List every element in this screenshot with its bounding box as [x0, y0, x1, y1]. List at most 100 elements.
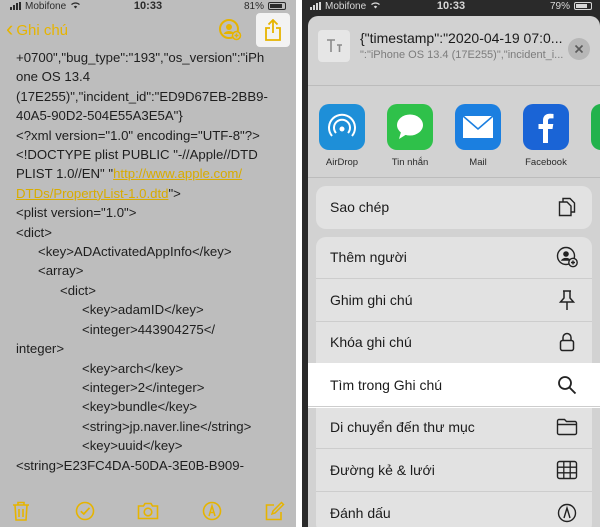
share-app-mail[interactable]: Mail	[452, 104, 504, 177]
signal-icon	[310, 2, 321, 10]
share-app-airdrop[interactable]: AirDrop	[316, 104, 368, 177]
camera-icon[interactable]	[137, 500, 159, 522]
status-bar: Mobifone 10:33 79%	[302, 0, 600, 12]
status-time: 10:33	[133, 0, 163, 12]
note-line: <dict>	[16, 223, 288, 242]
note-line-text: <dict>	[16, 224, 52, 240]
share-app-partial-app[interactable]	[588, 104, 600, 177]
note-line-text: <key>bundle</key>	[82, 399, 198, 415]
share-sheet: {"timestamp":"2020-04-19 07:0... ":"iPho…	[308, 16, 600, 527]
note-line: <key>bundle</key>	[16, 397, 288, 416]
pin-note-label: Ghim ghi chú	[330, 291, 413, 308]
trash-icon[interactable]	[10, 500, 32, 522]
close-icon	[574, 44, 584, 54]
lock-icon	[556, 331, 578, 353]
checklist-icon[interactable]	[74, 500, 96, 522]
add-person-icon	[556, 246, 578, 268]
note-line-text: <key>uuid</key>	[82, 438, 183, 454]
note-line: one OS 13.4	[16, 67, 288, 86]
add-people-action[interactable]: Thêm người	[316, 237, 592, 279]
share-app-messages[interactable]: Tin nhắn	[384, 104, 436, 177]
note-line: <dict>	[16, 281, 288, 300]
note-line-text: integer>	[16, 341, 65, 357]
airdrop-icon	[319, 104, 365, 150]
note-line-text: <key>arch</key>	[82, 360, 184, 376]
note-line: <key>uuid</key>	[16, 436, 288, 455]
note-line: (17E255)","incident_id":"ED9D67EB-2BB9-	[16, 87, 288, 106]
note-line-text: <integer>2</integer>	[82, 379, 205, 395]
note-content[interactable]: +0700","bug_type":"193","os_version":"iP…	[16, 48, 288, 493]
facebook-icon	[523, 104, 569, 150]
note-line-text: PLIST 1.0//EN" "	[16, 166, 114, 182]
note-line: <string>jp.naver.line</string>	[16, 417, 288, 436]
note-line: <key>ADActivatedAppInfo</key>	[16, 242, 288, 261]
notes-screen: Mobifone 10:33 81% ‹ Ghi chú +0700","bug…	[0, 0, 296, 527]
add-people-label: Thêm người	[330, 249, 407, 266]
markup-action[interactable]: Đánh dấu	[316, 492, 592, 527]
battery-percent: 79%	[549, 0, 570, 12]
lines-grids-label: Đường kẻ & lưới	[330, 461, 435, 478]
share-icon	[265, 19, 281, 41]
note-line-text: <string>E23FC4DA-50DA-3E0B-B909-	[16, 457, 244, 473]
back-label: Ghi chú	[16, 21, 69, 39]
note-link[interactable]: DTDs/PropertyList-1.0.dtd	[16, 186, 168, 201]
folder-icon	[556, 416, 578, 438]
note-line-text: <plist version="1.0">	[16, 205, 137, 221]
copy-group: Sao chép	[316, 186, 592, 229]
share-app-facebook[interactable]: Facebook	[520, 104, 572, 177]
lock-note-action[interactable]: Khóa ghi chú	[316, 322, 592, 364]
pin-note-action[interactable]: Ghim ghi chú	[316, 279, 592, 322]
add-people-icon[interactable]	[218, 18, 242, 42]
compose-icon[interactable]	[264, 500, 286, 522]
share-button[interactable]	[256, 13, 290, 47]
pin-icon	[556, 289, 578, 311]
note-line-text: <integer>443904275</	[82, 321, 216, 337]
note-line-text: <!DOCTYPE plist PUBLIC "-//Apple//DTD	[16, 147, 258, 163]
grid-icon	[556, 459, 578, 481]
note-line: <!DOCTYPE plist PUBLIC "-//Apple//DTD	[16, 145, 288, 164]
markup-icon[interactable]	[201, 500, 223, 522]
note-line: 40A5-90D2-504E55A3E5A"}	[16, 106, 288, 125]
note-line: +0700","bug_type":"193","os_version":"iP…	[16, 48, 288, 67]
note-line-text: <key>adamID</key>	[82, 302, 204, 318]
note-line-text: +0700","bug_type":"193","os_version":"iP…	[16, 50, 265, 65]
wifi-icon	[70, 1, 81, 12]
battery-percent: 81%	[243, 0, 264, 12]
note-line-text: <?xml version="1.0" encoding="UTF-8"?>	[16, 127, 260, 143]
note-line: DTDs/PropertyList-1.0.dtd">	[16, 184, 288, 203]
note-line: <integer>2</integer>	[16, 378, 288, 397]
partial-app-icon	[591, 104, 600, 150]
share-sheet-screen: Mobifone 10:33 79% {"timestamp":"2020-04…	[302, 0, 600, 527]
actions-group: Thêm người Ghim ghi chú Khóa ghi chú Tìm tr…	[308, 236, 600, 527]
copy-action[interactable]: Sao chép	[316, 186, 592, 229]
note-line: <integer>443904275</	[16, 320, 288, 339]
note-line: <string>E23FC4DA-50DA-3E0B-B909-	[16, 456, 288, 475]
move-to-folder-label: Di chuyển đến thư mục	[330, 419, 475, 436]
search-icon	[556, 374, 578, 396]
close-button[interactable]	[568, 38, 590, 60]
status-time: 10:33	[436, 0, 466, 12]
carrier-label: Mobifone	[25, 0, 67, 12]
copy-action-label: Sao chép	[330, 199, 390, 216]
chevron-left-icon: ‹	[6, 15, 14, 41]
messages-icon	[387, 104, 433, 150]
wifi-icon	[370, 1, 381, 12]
mail-icon	[455, 104, 501, 150]
copy-icon	[556, 196, 578, 218]
note-line: <array>	[16, 261, 288, 280]
notes-toolbar	[0, 495, 296, 527]
back-button[interactable]: ‹ Ghi chú	[6, 15, 69, 41]
note-link[interactable]: http://www.apple.com/	[113, 166, 242, 181]
note-line-text: <string>jp.naver.line</string>	[82, 418, 252, 434]
note-line-text: (17E255)","incident_id":"ED9D67EB-2BB9-	[16, 88, 268, 104]
note-line-text: 40A5-90D2-504E55A3E5A"}	[16, 108, 183, 124]
signal-icon	[10, 2, 21, 10]
move-to-folder-action[interactable]: Di chuyển đến thư mục	[316, 407, 592, 449]
share-app-label: AirDrop	[325, 157, 359, 168]
find-in-note-action[interactable]: Tìm trong Ghi chú	[308, 364, 600, 407]
share-title: {"timestamp":"2020-04-19 07:0...	[360, 30, 563, 46]
lines-grids-action[interactable]: Đường kẻ & lưới	[316, 449, 592, 492]
note-line: <?xml version="1.0" encoding="UTF-8"?>	[16, 126, 288, 145]
share-app-label: Facebook	[525, 157, 567, 168]
markup-icon	[556, 502, 578, 524]
